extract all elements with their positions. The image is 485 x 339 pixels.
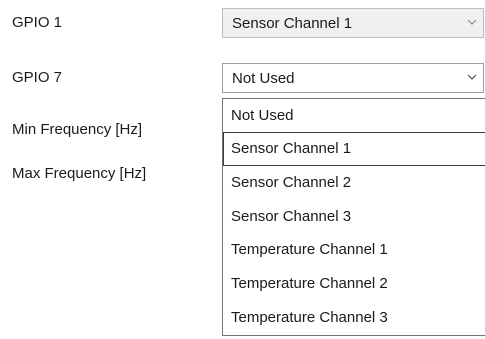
dropdown-option-sensor-channel-2[interactable]: Sensor Channel 2 [223, 166, 485, 200]
gpio1-select-value: Sensor Channel 1 [232, 15, 353, 32]
dropdown-option-not-used[interactable]: Not Used [223, 99, 485, 132]
gpio1-label: GPIO 1 [12, 14, 63, 31]
gpio7-dropdown-list: Not Used Sensor Channel 1 Sensor Channel… [222, 98, 485, 336]
min-frequency-label: Min Frequency [Hz] [12, 121, 143, 138]
dropdown-option-temperature-channel-3[interactable]: Temperature Channel 3 [223, 301, 485, 335]
dropdown-option-sensor-channel-1[interactable]: Sensor Channel 1 [223, 132, 485, 166]
chevron-down-icon [467, 19, 477, 25]
gpio7-select[interactable]: Not Used [222, 63, 484, 93]
chevron-down-icon [467, 74, 477, 80]
dropdown-option-temperature-channel-2[interactable]: Temperature Channel 2 [223, 267, 485, 301]
dropdown-option-temperature-channel-1[interactable]: Temperature Channel 1 [223, 233, 485, 267]
max-frequency-label: Max Frequency [Hz] [12, 165, 147, 182]
gpio1-select[interactable]: Sensor Channel 1 [222, 8, 484, 38]
dropdown-option-sensor-channel-3[interactable]: Sensor Channel 3 [223, 200, 485, 234]
gpio7-select-value: Not Used [232, 70, 295, 87]
gpio7-label: GPIO 7 [12, 69, 63, 86]
